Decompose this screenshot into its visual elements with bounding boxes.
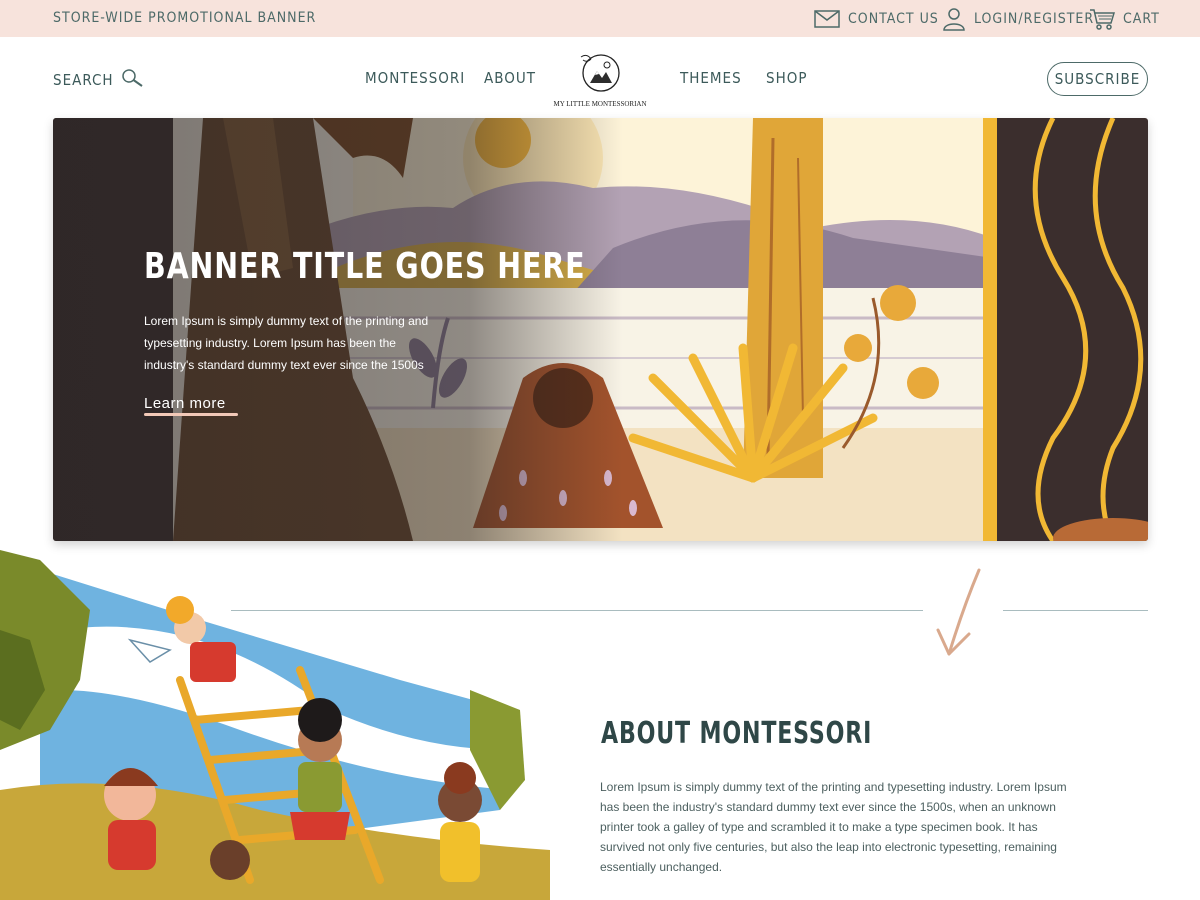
cart-label: Cart <box>1123 11 1160 27</box>
cart-link[interactable]: Cart <box>1089 8 1160 30</box>
promo-bar: Store-wide promotional banner Contact us… <box>0 0 1200 37</box>
search-label: Search <box>53 71 114 89</box>
login-register-link[interactable]: Login/Register <box>942 7 1095 31</box>
subscribe-button[interactable]: Subscribe <box>1047 62 1148 96</box>
site-logo[interactable]: My Little Montessorian <box>553 51 647 109</box>
logo-emblem-icon <box>577 51 623 98</box>
learn-more-underline <box>144 413 238 416</box>
login-register-label: Login/Register <box>974 11 1095 27</box>
hero-body: Lorem Ipsum is simply dummy text of the … <box>144 314 429 372</box>
nav-link-shop[interactable]: Shop <box>766 69 807 87</box>
cart-icon <box>1089 8 1115 30</box>
learn-more-link[interactable]: Learn more <box>144 395 226 412</box>
contact-us-link[interactable]: Contact us <box>814 8 939 30</box>
search-button[interactable]: Search <box>53 68 144 92</box>
section-divider-right <box>1003 610 1148 611</box>
kids-illustration <box>0 550 550 900</box>
contact-us-label: Contact us <box>848 11 939 27</box>
about-body: Lorem Ipsum is simply dummy text of the … <box>600 780 1067 874</box>
nav-link-themes[interactable]: Themes <box>680 69 742 87</box>
search-icon <box>120 68 144 92</box>
envelope-icon <box>814 10 840 28</box>
arrow-down-icon <box>935 568 985 665</box>
nav-link-montessori[interactable]: Montessori <box>365 69 465 87</box>
main-nav: Search Montessori About My Little Montes… <box>0 37 1200 117</box>
nav-link-about[interactable]: About <box>484 69 536 87</box>
section-divider-left <box>231 610 923 611</box>
logo-caption: My Little Montessorian <box>553 100 647 108</box>
hero-banner: Banner title goes here Lorem Ipsum is si… <box>53 118 1148 541</box>
hero-title: Banner title goes here <box>144 246 586 287</box>
user-icon <box>942 7 966 31</box>
promo-banner-text: Store-wide promotional banner <box>53 10 317 26</box>
about-title: About Montessori <box>601 716 873 751</box>
